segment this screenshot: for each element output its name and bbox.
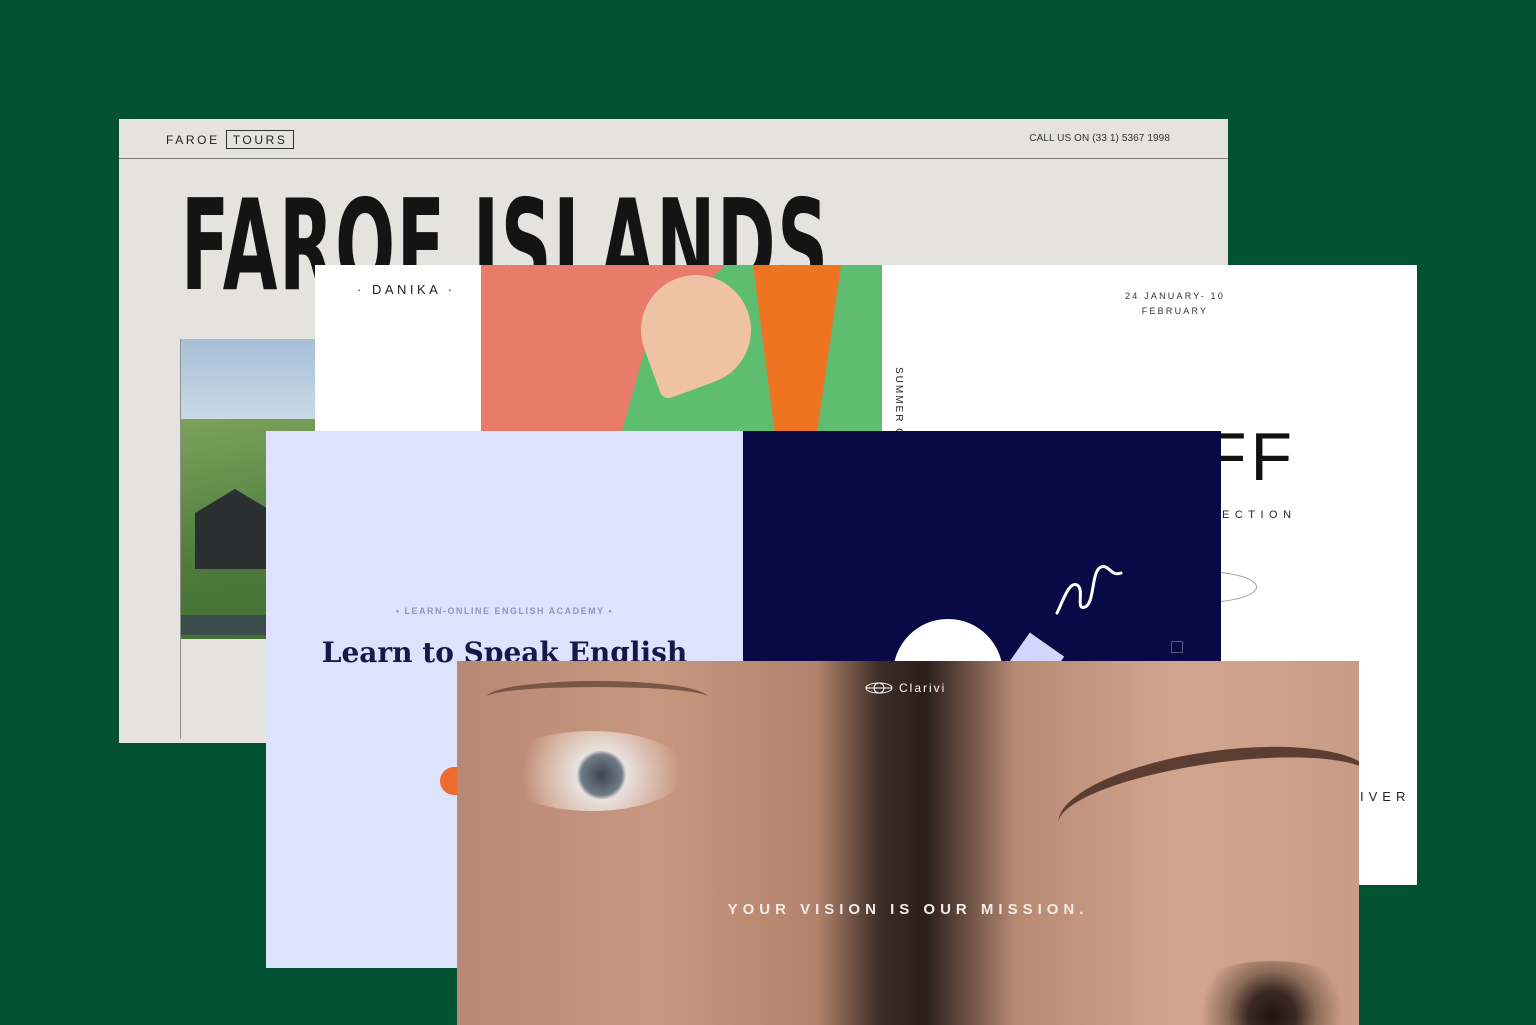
danika-dates-line1: 24 JANUARY- 10 [1125,291,1225,301]
clarivi-logo[interactable]: Clarivi [865,681,946,695]
clarivi-eye-left [497,731,687,811]
danika-collection-label: ECTION [1222,509,1297,521]
clarivi-eyebrow-right [1051,729,1359,875]
danika-brand: · DANIKA · [357,282,456,297]
clarivi-mission-text: YOUR VISION IS OUR MISSION. [727,901,1089,918]
clarivi-eye-right [1177,961,1359,1025]
academy-tagline: • LEARN-ONLINE ENGLISH ACADEMY • [395,606,614,616]
danika-flower-photo [481,265,882,435]
faroe-call-us: CALL US ON (33 1) 5367 1998 [1029,133,1170,144]
clarivi-template-card[interactable]: Clarivi YOUR VISION IS OUR MISSION. [457,661,1359,1025]
clarivi-brand-name: Clarivi [899,681,947,695]
squiggle-line-icon [1055,565,1123,615]
danika-deliver-label: IVER [1360,789,1411,804]
square-outline-icon [1171,641,1183,653]
faroe-logo-text: FAROE [166,132,220,147]
danika-dates-line2: FEBRUARY [1141,306,1209,316]
faroe-logo-boxed-text: TOURS [225,130,295,149]
clarivi-eyebrow-left [487,681,707,713]
faroe-header: FAROE TOURS CALL US ON (33 1) 5367 1998 [119,119,1228,159]
danika-dates: 24 JANUARY- 10 FEBRUARY [1105,289,1245,319]
faroe-logo[interactable]: FAROE TOURS [166,130,295,149]
globe-icon [865,682,893,694]
